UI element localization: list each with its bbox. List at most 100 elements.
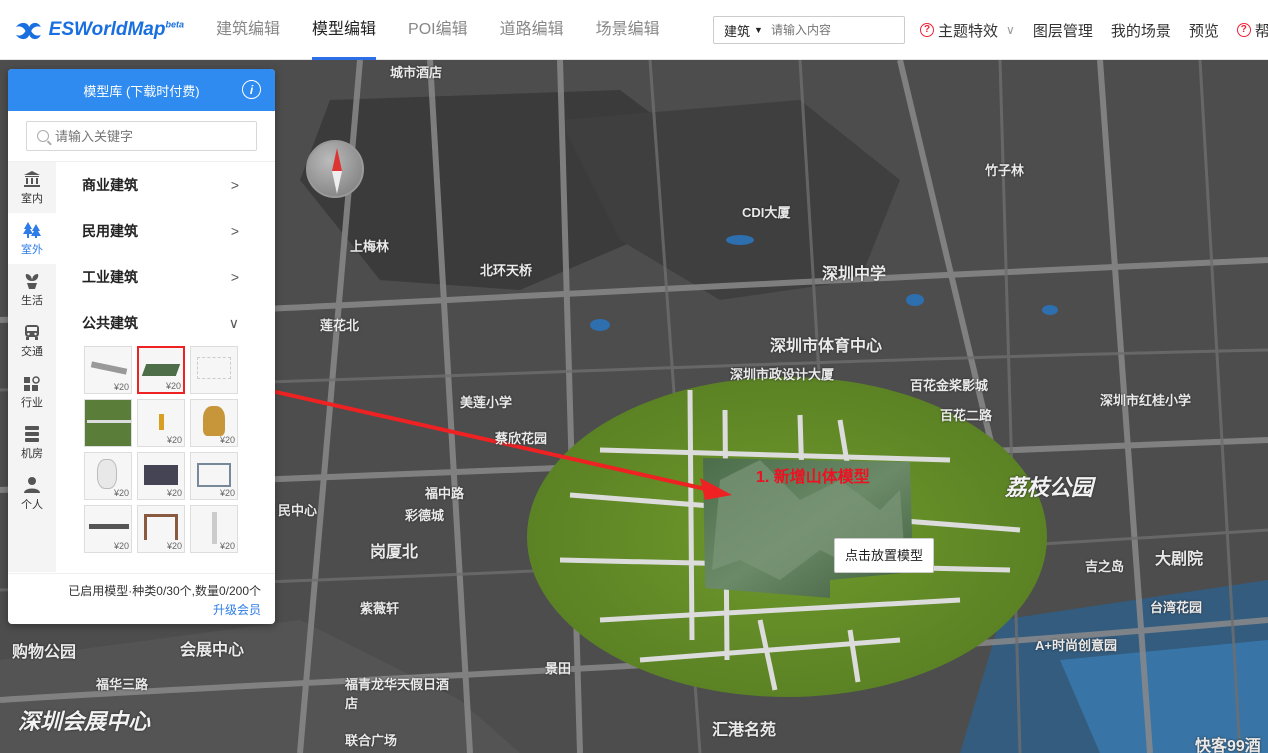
map-label: A+时尚创意园 <box>1035 638 1117 653</box>
map-label: 北环天桥 <box>480 263 533 278</box>
map-label: 莲花北 <box>320 318 360 333</box>
map-label: 民中心 <box>278 503 318 518</box>
tab-personal[interactable]: 个人 <box>8 468 56 519</box>
place-model-tooltip[interactable]: 点击放置模型 <box>834 538 934 573</box>
category-industrial[interactable]: 工业建筑 > <box>56 254 275 300</box>
model-price: ¥20 <box>166 488 182 498</box>
model-thumb[interactable]: ¥20 <box>84 346 132 394</box>
search-icon <box>37 130 49 142</box>
model-thumb[interactable] <box>84 399 132 447</box>
tab-traffic[interactable]: 交通 <box>8 315 56 366</box>
help-button[interactable]: ? 帮 <box>1236 20 1268 41</box>
logo[interactable]: ESWorldMapbeta <box>14 19 184 41</box>
category-public[interactable]: 公共建筑 ∨ <box>56 300 275 346</box>
chevron-down-icon: ∨ <box>1006 23 1015 37</box>
help-icon: ? <box>1236 23 1251 37</box>
nav-scene-edit[interactable]: 场景编辑 <box>580 0 676 60</box>
category-residential[interactable]: 民用建筑 > <box>56 208 275 254</box>
search-type-select[interactable]: 建筑 ▼ <box>714 21 771 40</box>
map-label: CDI大厦 <box>742 205 791 220</box>
model-price: ¥20 <box>166 435 182 445</box>
category-commercial[interactable]: 商业建筑 > <box>56 162 275 208</box>
model-thumb[interactable]: ¥20 <box>137 399 185 447</box>
category-tabs: 室内 室外 生活 交通 行业 机房 个人 <box>8 162 56 572</box>
compass-north-needle <box>332 148 342 171</box>
chevron-right-icon: > <box>230 223 239 239</box>
model-thumb-selected[interactable]: ¥20 <box>137 346 185 394</box>
caret-down-icon: ▼ <box>754 25 763 35</box>
map-label: 景田 <box>545 661 572 676</box>
tab-label: 生活 <box>21 294 43 307</box>
map-label: 汇港名苑 <box>712 722 777 739</box>
tab-label: 交通 <box>21 345 43 358</box>
model-thumb[interactable]: ¥20 <box>190 505 238 553</box>
model-thumb[interactable]: ¥20 <box>84 452 132 500</box>
tab-indoor[interactable]: 室内 <box>8 162 56 213</box>
help-label: 帮 <box>1254 22 1268 40</box>
person-icon <box>23 476 41 494</box>
map-label: 紫薇轩 <box>360 601 400 616</box>
model-annotation-label: 1. 新增山体模型 <box>756 469 870 486</box>
model-price: ¥20 <box>219 435 235 445</box>
chevron-right-icon: > <box>230 177 239 193</box>
category-label: 公共建筑 <box>82 315 138 331</box>
map-label: 竹子林 <box>985 163 1025 178</box>
main-nav: 建筑编辑 模型编辑 POI编辑 道路编辑 场景编辑 <box>200 0 676 60</box>
my-scenes-button[interactable]: 我的场景 <box>1111 20 1171 41</box>
map-label: 福华三路 <box>96 677 149 692</box>
model-thumb[interactable]: ¥20 <box>137 505 185 553</box>
logo-beta: beta <box>165 19 184 30</box>
search-input[interactable] <box>770 23 891 37</box>
panel-title: 模型库 (下载时付费) <box>83 83 200 99</box>
info-icon[interactable]: i <box>242 80 261 99</box>
compass-control[interactable] <box>306 140 364 198</box>
category-label: 民用建筑 <box>82 223 138 239</box>
nav-model-edit[interactable]: 模型编辑 <box>296 0 392 60</box>
model-price: ¥20 <box>166 541 182 551</box>
panel-footer: 已启用模型·种类0/30个,数量0/200个 升级会员 <box>8 573 275 624</box>
preview-button[interactable]: 预览 <box>1189 20 1219 41</box>
model-search <box>26 121 257 151</box>
model-thumb[interactable]: ¥20 <box>137 452 185 500</box>
help-icon: ? <box>920 23 934 37</box>
industry-icon <box>23 374 41 392</box>
category-label: 商业建筑 <box>82 177 138 193</box>
header-search: 建筑 ▼ <box>713 16 905 44</box>
nav-poi-edit[interactable]: POI编辑 <box>392 0 484 60</box>
tab-industry[interactable]: 行业 <box>8 366 56 417</box>
model-thumb[interactable]: ¥20 <box>190 452 238 500</box>
model-price: ¥20 <box>219 541 235 551</box>
model-price: ¥20 <box>113 488 129 498</box>
plant-icon <box>23 272 41 290</box>
layer-manage-button[interactable]: 图层管理 <box>1033 20 1093 41</box>
map-label: 福青龙华天假日酒店 <box>345 677 450 711</box>
model-thumb[interactable]: ¥20 <box>190 399 238 447</box>
map-label: 深圳会展中心 <box>18 709 151 734</box>
model-thumb[interactable]: ¥20 <box>84 505 132 553</box>
tab-label: 机房 <box>21 447 43 460</box>
map-label: 岗厦北 <box>370 544 419 561</box>
tab-outdoor[interactable]: 室外 <box>8 213 56 264</box>
compass-south-needle <box>332 171 342 194</box>
tab-server-room[interactable]: 机房 <box>8 417 56 468</box>
server-icon <box>23 425 41 443</box>
model-usage-status: 已启用模型·种类0/30个,数量0/200个 <box>68 584 261 598</box>
tab-life[interactable]: 生活 <box>8 264 56 315</box>
tree-icon <box>23 221 41 239</box>
model-search-input[interactable] <box>55 128 235 144</box>
nav-building-edit[interactable]: 建筑编辑 <box>200 0 296 60</box>
theme-effects-menu[interactable]: ? 主题特效 ∨ <box>920 20 1015 41</box>
map-label: 福中路 <box>425 486 465 501</box>
tab-label: 行业 <box>21 396 43 409</box>
upgrade-membership-link[interactable]: 升级会员 <box>8 601 261 618</box>
theme-effects-label: 主题特效 <box>938 22 999 40</box>
map-label: 深圳市体育中心 <box>770 338 883 355</box>
map-label: 百花金桨影城 <box>910 378 989 393</box>
model-thumb[interactable] <box>190 346 238 394</box>
map-label: 彩德城 <box>405 508 445 523</box>
logo-text: ESWorldMapbeta <box>48 18 184 40</box>
map-label: 深圳市政设计大厦 <box>730 367 835 382</box>
nav-road-edit[interactable]: 道路编辑 <box>484 0 580 60</box>
model-price: ¥20 <box>113 382 129 392</box>
chevron-down-icon: ∨ <box>228 314 239 331</box>
